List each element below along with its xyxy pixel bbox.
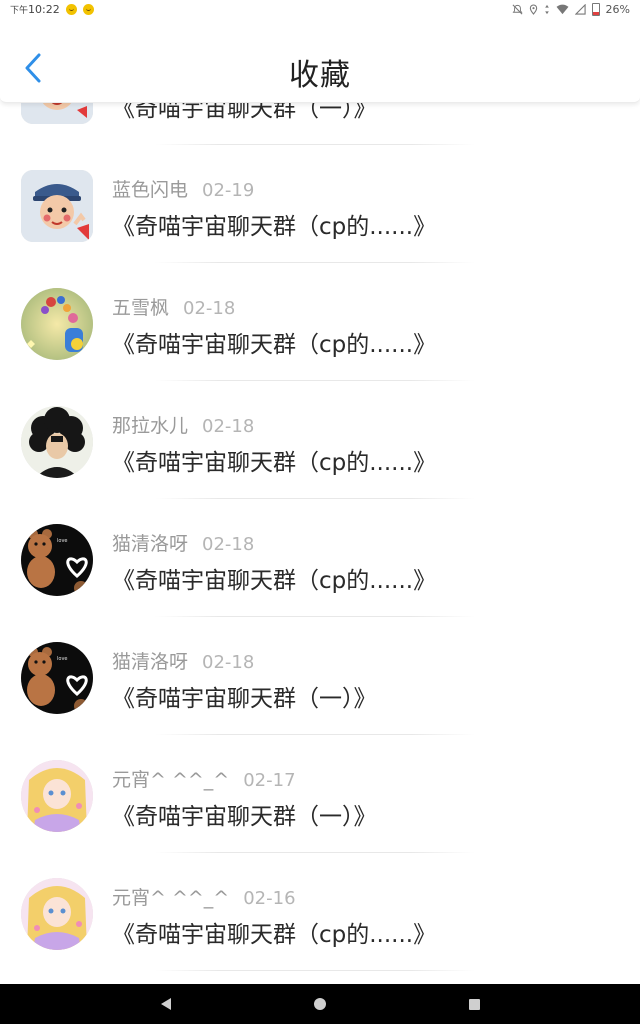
item-date: 02-17 — [243, 770, 296, 791]
status-bar: 下午10:22 26% — [0, 0, 640, 20]
item-meta: 蓝色闪电 02-19 — [112, 175, 254, 202]
divider — [155, 970, 475, 971]
signal-icon — [574, 4, 586, 15]
status-time: 下午10:22 — [10, 3, 60, 16]
avatar — [21, 878, 93, 950]
user-name: 猫清洛呀 — [112, 533, 189, 555]
system-nav-bar — [0, 984, 640, 1024]
list-item[interactable]: 元宵^ ^^_^ 02-16 《奇喵宇宙聊天群（cp的......》 — [0, 853, 640, 971]
square-recents-icon — [468, 998, 480, 1010]
status-right: 26% — [512, 3, 630, 16]
avatar — [21, 760, 93, 832]
avatar: love — [21, 524, 93, 596]
item-title: 《奇喵宇宙聊天群（cp的......》 — [112, 568, 437, 594]
status-ampm: 下午 — [10, 6, 29, 16]
data-arrows-icon — [544, 4, 549, 15]
nav-recents-button[interactable] — [466, 996, 482, 1012]
item-title: 《奇喵宇宙聊天群（cp的......》 — [112, 450, 437, 476]
flowers-avatar-icon — [21, 288, 93, 360]
item-title: 《奇喵宇宙聊天群（cp的......》 — [112, 922, 437, 948]
bear-heart-avatar-icon: love — [21, 524, 93, 596]
item-title: 《奇喵宇宙聊天群（一）》 — [112, 804, 377, 830]
list-item[interactable]: 那拉水儿 02-18 《奇喵宇宙聊天群（cp的......》 — [0, 381, 640, 499]
favorites-screen: 下午10:22 26% 收藏 《奇喵宇宙聊天群（一）》 蓝色闪电 02-19 《… — [0, 0, 640, 1024]
bear-heart-avatar-icon: love — [21, 642, 93, 714]
item-meta: 五雪枫 02-18 — [112, 293, 235, 320]
item-title: 《奇喵宇宙聊天群（cp的......》 — [112, 214, 437, 240]
avatar — [21, 288, 93, 360]
list-item[interactable]: 元宵^ ^^_^ 02-17 《奇喵宇宙聊天群（一）》 — [0, 735, 640, 853]
user-name: 那拉水儿 — [112, 415, 189, 437]
item-date: 02-18 — [202, 534, 255, 555]
notification-emoji-icon — [65, 4, 77, 15]
anime-girl-avatar-icon — [21, 878, 93, 950]
user-name: 猫清洛呀 — [112, 651, 189, 673]
avatar: love — [21, 642, 93, 714]
avatar — [21, 170, 93, 242]
curly-hair-person-avatar-icon — [21, 406, 93, 478]
location-icon — [529, 4, 537, 15]
mute-icon — [512, 4, 523, 15]
list-item[interactable]: love 猫清洛呀 02-18 《奇喵宇宙聊天群（一）》 — [0, 617, 640, 735]
user-name: 蓝色闪电 — [112, 179, 189, 201]
item-meta: 元宵^ ^^_^ 02-17 — [112, 765, 296, 792]
item-title: 《奇喵宇宙聊天群（cp的......》 — [112, 332, 437, 358]
item-meta: 猫清洛呀 02-18 — [112, 529, 254, 556]
circle-home-icon — [314, 998, 326, 1010]
list-item[interactable]: love 猫清洛呀 02-18 《奇喵宇宙聊天群（cp的......》 — [0, 499, 640, 617]
avatar — [21, 406, 93, 478]
boy-cartoon-avatar-icon — [21, 170, 93, 242]
item-date: 02-16 — [243, 888, 296, 909]
header-bar: 收藏 — [0, 20, 640, 103]
list-item[interactable]: 五雪枫 02-18 《奇喵宇宙聊天群（cp的......》 — [0, 263, 640, 381]
notification-emoji-icon — [82, 4, 94, 15]
user-name: 五雪枫 — [112, 297, 170, 319]
status-clock: 10:22 — [28, 3, 60, 16]
item-meta: 元宵^ ^^_^ 02-16 — [112, 883, 296, 910]
nav-home-button[interactable] — [312, 996, 328, 1012]
item-meta: 猫清洛呀 02-18 — [112, 647, 254, 674]
user-name: 元宵^ ^^_^ — [112, 769, 230, 791]
list-item[interactable]: 蓝色闪电 02-19 《奇喵宇宙聊天群（cp的......》 — [0, 145, 640, 263]
battery-percent: 26% — [605, 3, 630, 16]
item-date: 02-18 — [202, 652, 255, 673]
user-name: 元宵^ ^^_^ — [112, 887, 230, 909]
wifi-icon — [556, 4, 569, 15]
status-left: 下午10:22 — [10, 3, 94, 16]
anime-girl-avatar-icon — [21, 760, 93, 832]
item-date: 02-19 — [202, 180, 255, 201]
item-date: 02-18 — [183, 298, 236, 319]
page-title: 收藏 — [289, 58, 351, 93]
battery-icon — [591, 3, 600, 16]
svg-text:love: love — [57, 538, 67, 544]
nav-back-button[interactable] — [158, 996, 174, 1012]
triangle-back-icon — [161, 998, 171, 1010]
item-meta: 那拉水儿 02-18 — [112, 411, 254, 438]
item-title: 《奇喵宇宙聊天群（一）》 — [112, 686, 377, 712]
svg-text:love: love — [57, 656, 67, 662]
item-date: 02-18 — [202, 416, 255, 437]
